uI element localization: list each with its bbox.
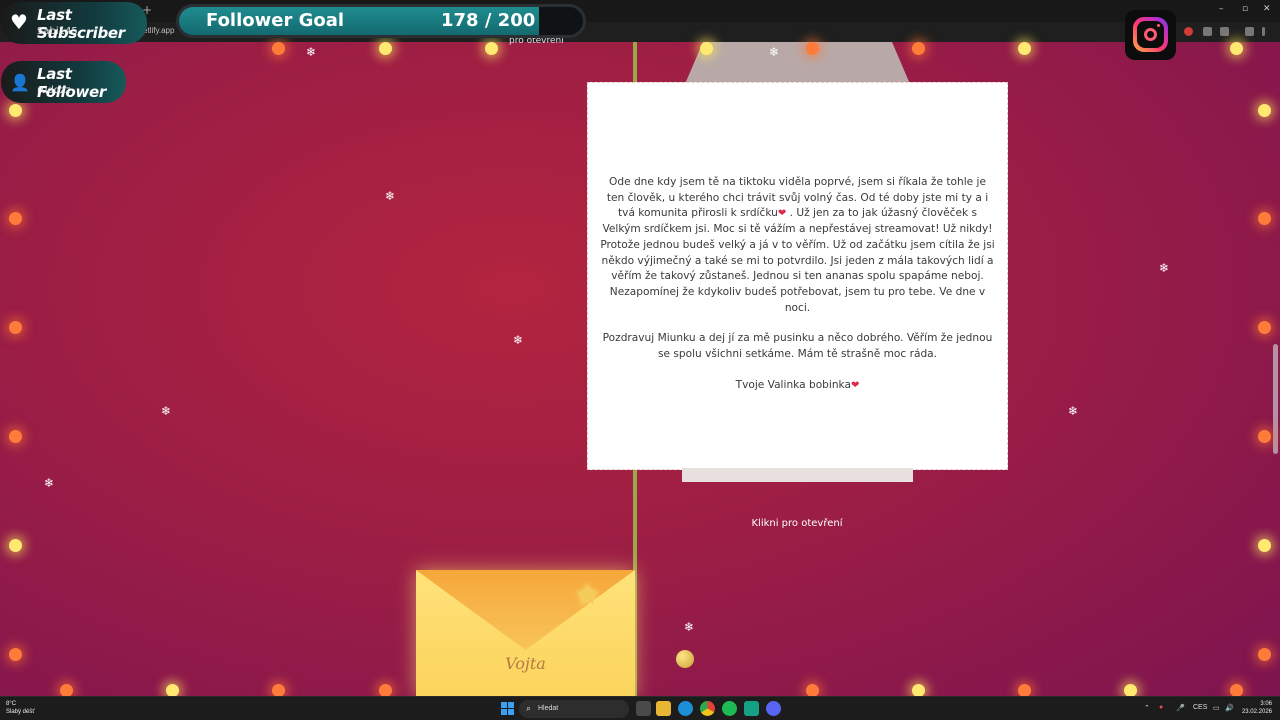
heart-icon: ♥ xyxy=(10,10,28,34)
string-light xyxy=(9,648,22,661)
last-follower-name: rudozz xyxy=(37,85,71,96)
snowflake-icon: ❄ xyxy=(1159,261,1170,275)
snowflake-icon: ❄ xyxy=(513,333,524,347)
follower-goal-count: 178 / 200 xyxy=(441,10,536,31)
heart-icon: ❤ xyxy=(777,208,787,220)
edge-icon[interactable] xyxy=(678,701,693,716)
file-explorer-icon[interactable] xyxy=(656,701,671,716)
envelope[interactable]: Vojta xyxy=(416,570,635,696)
add-user-icon: 👤 xyxy=(10,73,30,92)
snowflake-icon: ❄ xyxy=(769,45,780,59)
string-light xyxy=(700,42,713,55)
string-light xyxy=(9,321,22,334)
clock[interactable]: 3:06 23.02.2026 xyxy=(1238,700,1272,716)
start-icon[interactable] xyxy=(501,702,514,715)
discord-icon[interactable] xyxy=(766,701,781,716)
last-subscriber-name: Sabi145 xyxy=(37,26,78,37)
app-icon[interactable] xyxy=(744,701,759,716)
string-light xyxy=(1258,648,1271,661)
string-light xyxy=(912,42,925,55)
string-light xyxy=(1258,321,1271,334)
card-behind-top xyxy=(685,42,910,84)
extension-icon[interactable] xyxy=(1220,27,1229,36)
close-icon[interactable]: ✕ xyxy=(1263,4,1271,14)
scrollbar[interactable] xyxy=(1273,44,1278,694)
snowflake-icon: ❄ xyxy=(1068,404,1079,418)
chevron-up-icon[interactable]: ⌃ xyxy=(1144,704,1150,712)
card-behind-bottom xyxy=(682,468,913,482)
address-bar-text[interactable]: etlify.app xyxy=(143,26,174,35)
minimize-icon[interactable]: – xyxy=(1219,4,1224,14)
network-icon[interactable]: ▭ xyxy=(1213,704,1220,712)
string-light xyxy=(9,539,22,552)
weather-widget[interactable]: 8°C Slabý déšť xyxy=(6,700,35,716)
weather-temp: 8°C xyxy=(6,701,17,707)
letter-paragraph: Pozdravuj Miunku a dej jí za mě pusinku … xyxy=(602,332,993,361)
taskbar: 8°C Slabý déšť ⌕ Hledat ⌃ ● 🎤 CES ▭ 🔊 3:… xyxy=(0,696,1280,720)
extension-record-icon[interactable] xyxy=(1184,27,1193,36)
last-subscriber-widget: ♥ Last Subscriber Sabi145 xyxy=(1,2,147,44)
snowflake-icon: ❄ xyxy=(44,476,55,490)
spotify-icon[interactable] xyxy=(722,701,737,716)
snowflake-icon: ❄ xyxy=(684,620,695,634)
search-input[interactable]: ⌕ Hledat xyxy=(519,700,629,718)
snowflake-icon: ❄ xyxy=(161,404,172,418)
star-icon: ★ xyxy=(574,578,601,613)
tray-app-icon[interactable]: ● xyxy=(1159,704,1163,711)
string-light xyxy=(379,42,392,55)
weather-desc: Slabý déšť xyxy=(6,709,35,715)
string-light xyxy=(9,212,22,225)
microphone-icon[interactable]: 🎤 xyxy=(1176,704,1185,712)
chrome-icon[interactable] xyxy=(700,701,715,716)
maximize-icon[interactable]: ▫ xyxy=(1242,4,1248,14)
string-light xyxy=(1258,430,1271,443)
heart-icon: ❤ xyxy=(851,379,860,391)
letter-paragraph: Ode dne kdy jsem tě na tiktoku viděla po… xyxy=(600,176,995,314)
ornament-ball xyxy=(676,650,694,668)
string-light xyxy=(272,42,285,55)
instagram-icon xyxy=(1125,10,1176,60)
envelope-name: Vojta xyxy=(505,654,546,673)
volume-icon[interactable]: 🔊 xyxy=(1225,704,1234,712)
click-to-open-hint[interactable]: Klikni pro otevření xyxy=(0,518,1280,529)
string-light xyxy=(485,42,498,55)
string-light xyxy=(806,42,819,55)
letter-signature: Tvoje Valinka bobinka❤ xyxy=(735,378,860,391)
menu-icon[interactable] xyxy=(1262,27,1265,36)
search-icon: ⌕ xyxy=(526,703,532,713)
extension-icon[interactable] xyxy=(1203,27,1212,36)
profile-icon[interactable] xyxy=(1245,27,1254,36)
snowflake-icon: ❄ xyxy=(306,45,317,59)
language-indicator[interactable]: CES xyxy=(1193,704,1207,711)
letter-card[interactable]: Ode dne kdy jsem tě na tiktoku viděla po… xyxy=(587,82,1008,470)
follower-goal-label: Follower Goal xyxy=(206,10,345,31)
follower-goal-bar: Follower Goal 178 / 200 xyxy=(176,4,586,38)
task-view-icon[interactable] xyxy=(636,701,651,716)
scrollbar-thumb[interactable] xyxy=(1273,344,1278,454)
string-light xyxy=(1230,42,1243,55)
clock-date: 23.02.2026 xyxy=(1241,709,1272,715)
string-light xyxy=(1258,104,1271,117)
search-placeholder: Hledat xyxy=(538,705,559,712)
string-light xyxy=(1258,539,1271,552)
envelope-flap xyxy=(416,570,635,650)
last-follower-widget: 👤 Last Follower rudozz xyxy=(1,61,126,103)
snowflake-icon: ❄ xyxy=(385,189,396,203)
clock-time: 3:06 xyxy=(1260,701,1272,707)
string-light xyxy=(1018,42,1031,55)
string-light xyxy=(1258,212,1271,225)
string-light xyxy=(9,430,22,443)
string-light xyxy=(9,104,22,117)
